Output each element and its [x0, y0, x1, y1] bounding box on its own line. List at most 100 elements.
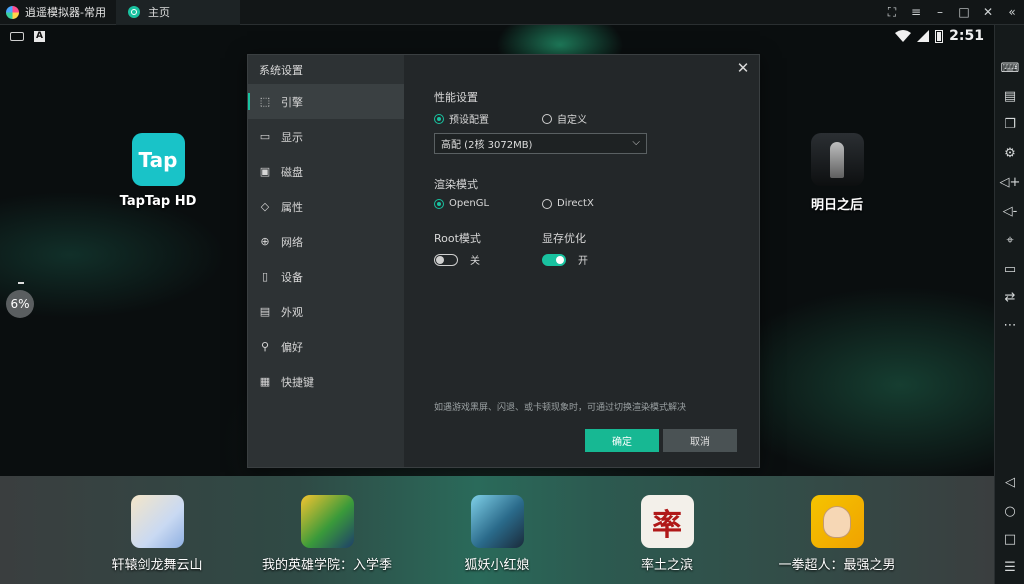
clock-time: 2:51 — [949, 28, 984, 44]
keyboard-icon — [10, 31, 24, 41]
system-settings-dialog: 系统设置 ⬚ 引擎 ▭ 显示 ▣ 磁盘 ◇ 属性 ⊕ 网络 ▯ 设备 ▤ 外观 — [247, 54, 760, 468]
performance-label: 性能设置 — [434, 91, 478, 104]
tab-home[interactable]: 主页 — [115, 0, 240, 25]
tag-icon: ◇ — [260, 200, 270, 213]
app-title: 逍遥模拟器-常用 — [0, 0, 116, 25]
toggle-off-icon — [434, 253, 458, 266]
nav-item-disk[interactable]: ▣ 磁盘 — [248, 154, 404, 189]
close-button[interactable]: ✕ — [976, 0, 1000, 25]
select-value: 高配 (2核 3072MB) — [441, 140, 533, 151]
home-icon[interactable]: ○ — [995, 498, 1024, 524]
desktop-app-label: 明日之后 — [810, 198, 863, 213]
recents-icon[interactable]: □ — [995, 526, 1024, 552]
signal-icon — [917, 30, 930, 42]
minimize-button[interactable]: – — [928, 0, 952, 25]
collapse-sidebar-button[interactable]: « — [1000, 0, 1024, 25]
apk-install-icon[interactable]: ▤ — [995, 83, 1024, 109]
radio-custom[interactable]: 自定义 — [542, 111, 587, 126]
radio-label: 自定义 — [557, 115, 587, 126]
dock-app-xuanyuan[interactable]: 轩辕剑龙舞云山 — [82, 495, 232, 573]
desktop-app-label: TapTap HD — [119, 194, 197, 209]
nav-item-label: 磁盘 — [281, 165, 303, 179]
radio-checked-icon — [434, 113, 444, 124]
dialog-close-icon[interactable]: ✕ — [733, 58, 753, 78]
nav-item-label: 引擎 — [281, 95, 303, 109]
dock-app-shuaitu[interactable]: 率 率土之滨 — [592, 495, 742, 573]
nav-item-engine[interactable]: ⬚ 引擎 — [248, 84, 404, 119]
nav-item-label: 偏好 — [281, 340, 303, 354]
ime-badge: A — [34, 30, 45, 42]
volume-down-icon[interactable]: ◁- — [995, 198, 1024, 224]
window-controls: ⛶ ≡ – □ ✕ « — [880, 0, 1024, 25]
performance-select[interactable]: 高配 (2核 3072MB) ⌵ — [434, 133, 647, 154]
menu-list-icon[interactable]: ☰ — [995, 554, 1024, 580]
nav-item-label: 设备 — [281, 270, 303, 284]
folder-icon[interactable]: ▭ — [995, 256, 1024, 282]
root-toggle[interactable]: 关 — [434, 252, 480, 267]
bald-head-graphic — [823, 505, 851, 538]
volume-up-icon[interactable]: ◁+ — [995, 169, 1024, 195]
nav-item-display[interactable]: ▭ 显示 — [248, 119, 404, 154]
hint-text: 如遇游戏黑屏、闪退、或卡顿现象时，可通过切换渲染模式解决 — [434, 403, 687, 413]
status-indicators: 2:51 — [895, 28, 994, 44]
dock-app-huyao[interactable]: 狐妖小红娘 — [422, 495, 572, 573]
nav-item-preferences[interactable]: ⚲ 偏好 — [248, 329, 404, 364]
dock-app-onepunch[interactable]: 一拳超人：最强之男 — [762, 495, 912, 573]
nav-item-properties[interactable]: ◇ 属性 — [248, 189, 404, 224]
cancel-button[interactable]: 取消 — [663, 429, 737, 452]
globe-icon: ⊕ — [260, 235, 270, 248]
radio-opengl[interactable]: OpenGL — [434, 198, 489, 209]
dock-app-hero-academia[interactable]: 我的英雄学院：入学季 — [252, 495, 402, 573]
radio-label: OpenGL — [449, 198, 490, 209]
multi-instance-icon[interactable]: ❐ — [995, 111, 1024, 137]
radio-checked-icon — [434, 198, 444, 209]
dock-app-label: 我的英雄学院：入学季 — [261, 558, 392, 573]
taptap-icon: Tap — [131, 133, 185, 186]
performance-meter[interactable]: 6% — [6, 290, 34, 318]
chevron-down-icon: ⌵ — [632, 137, 640, 148]
battery-icon — [935, 29, 944, 43]
nav-item-shortcuts[interactable]: ▦ 快捷键 — [248, 364, 404, 399]
nav-item-appearance[interactable]: ▤ 外观 — [248, 294, 404, 329]
memory-toggle[interactable]: 开 — [542, 252, 588, 267]
dialog-title: 系统设置 — [259, 63, 303, 77]
settings-gear-icon[interactable]: ⚙ — [995, 140, 1024, 166]
radio-unchecked-icon — [542, 113, 552, 124]
radio-directx[interactable]: DirectX — [542, 198, 594, 209]
nav-item-device[interactable]: ▯ 设备 — [248, 259, 404, 294]
menu-button[interactable]: ≡ — [904, 0, 928, 25]
back-icon[interactable]: ◁ — [995, 469, 1024, 495]
title-bar: 逍遥模拟器-常用 主页 ⛶ ≡ – □ ✕ « — [0, 0, 1024, 25]
location-icon[interactable]: ⌖ — [995, 227, 1024, 253]
radio-unchecked-icon — [542, 198, 552, 209]
microphone-icon: ▯ — [261, 270, 269, 283]
dock-app-label: 率土之滨 — [640, 558, 693, 573]
monitor-icon: ▭ — [259, 130, 271, 143]
nav-item-network[interactable]: ⊕ 网络 — [248, 224, 404, 259]
android-status-bar: A 2:51 — [0, 25, 994, 47]
desktop-app-taptap[interactable]: Tap TapTap HD — [103, 133, 213, 209]
home-tab-icon — [127, 6, 140, 18]
desktop-app-mingri[interactable]: 明日之后 — [782, 133, 892, 213]
radio-preset[interactable]: 预设配置 — [434, 111, 489, 126]
window-icon: ▤ — [259, 305, 271, 318]
more-icon[interactable]: ⋯ — [995, 312, 1024, 338]
maximize-button[interactable]: □ — [952, 0, 976, 25]
confirm-button[interactable]: 确定 — [585, 429, 659, 452]
tab-home-label: 主页 — [147, 6, 170, 19]
hero-academia-icon — [300, 495, 354, 548]
keyboard-mapping-icon[interactable]: ⌨ — [995, 55, 1024, 81]
root-mode-label: Root模式 — [434, 232, 481, 245]
sync-icon[interactable]: ⇄ — [995, 284, 1024, 310]
wifi-icon — [895, 30, 912, 42]
nav-item-label: 快捷键 — [281, 375, 314, 389]
memory-opt-label: 显存优化 — [542, 232, 586, 245]
dock-app-label: 轩辕剑龙舞云山 — [111, 558, 203, 573]
radio-label: 预设配置 — [449, 115, 489, 126]
radio-label: DirectX — [557, 198, 594, 209]
dock-app-label: 狐妖小红娘 — [464, 558, 530, 573]
wrench-icon: ⚲ — [260, 340, 270, 353]
settings-sidebar: 系统设置 ⬚ 引擎 ▭ 显示 ▣ 磁盘 ◇ 属性 ⊕ 网络 ▯ 设备 ▤ 外观 — [248, 55, 404, 467]
right-toolbar: ⌨ ▤ ❐ ⚙ ◁+ ◁- ⌖ ▭ ⇄ ⋯ ◁ ○ □ ☰ — [994, 25, 1024, 584]
fullscreen-button[interactable]: ⛶ — [880, 0, 904, 25]
